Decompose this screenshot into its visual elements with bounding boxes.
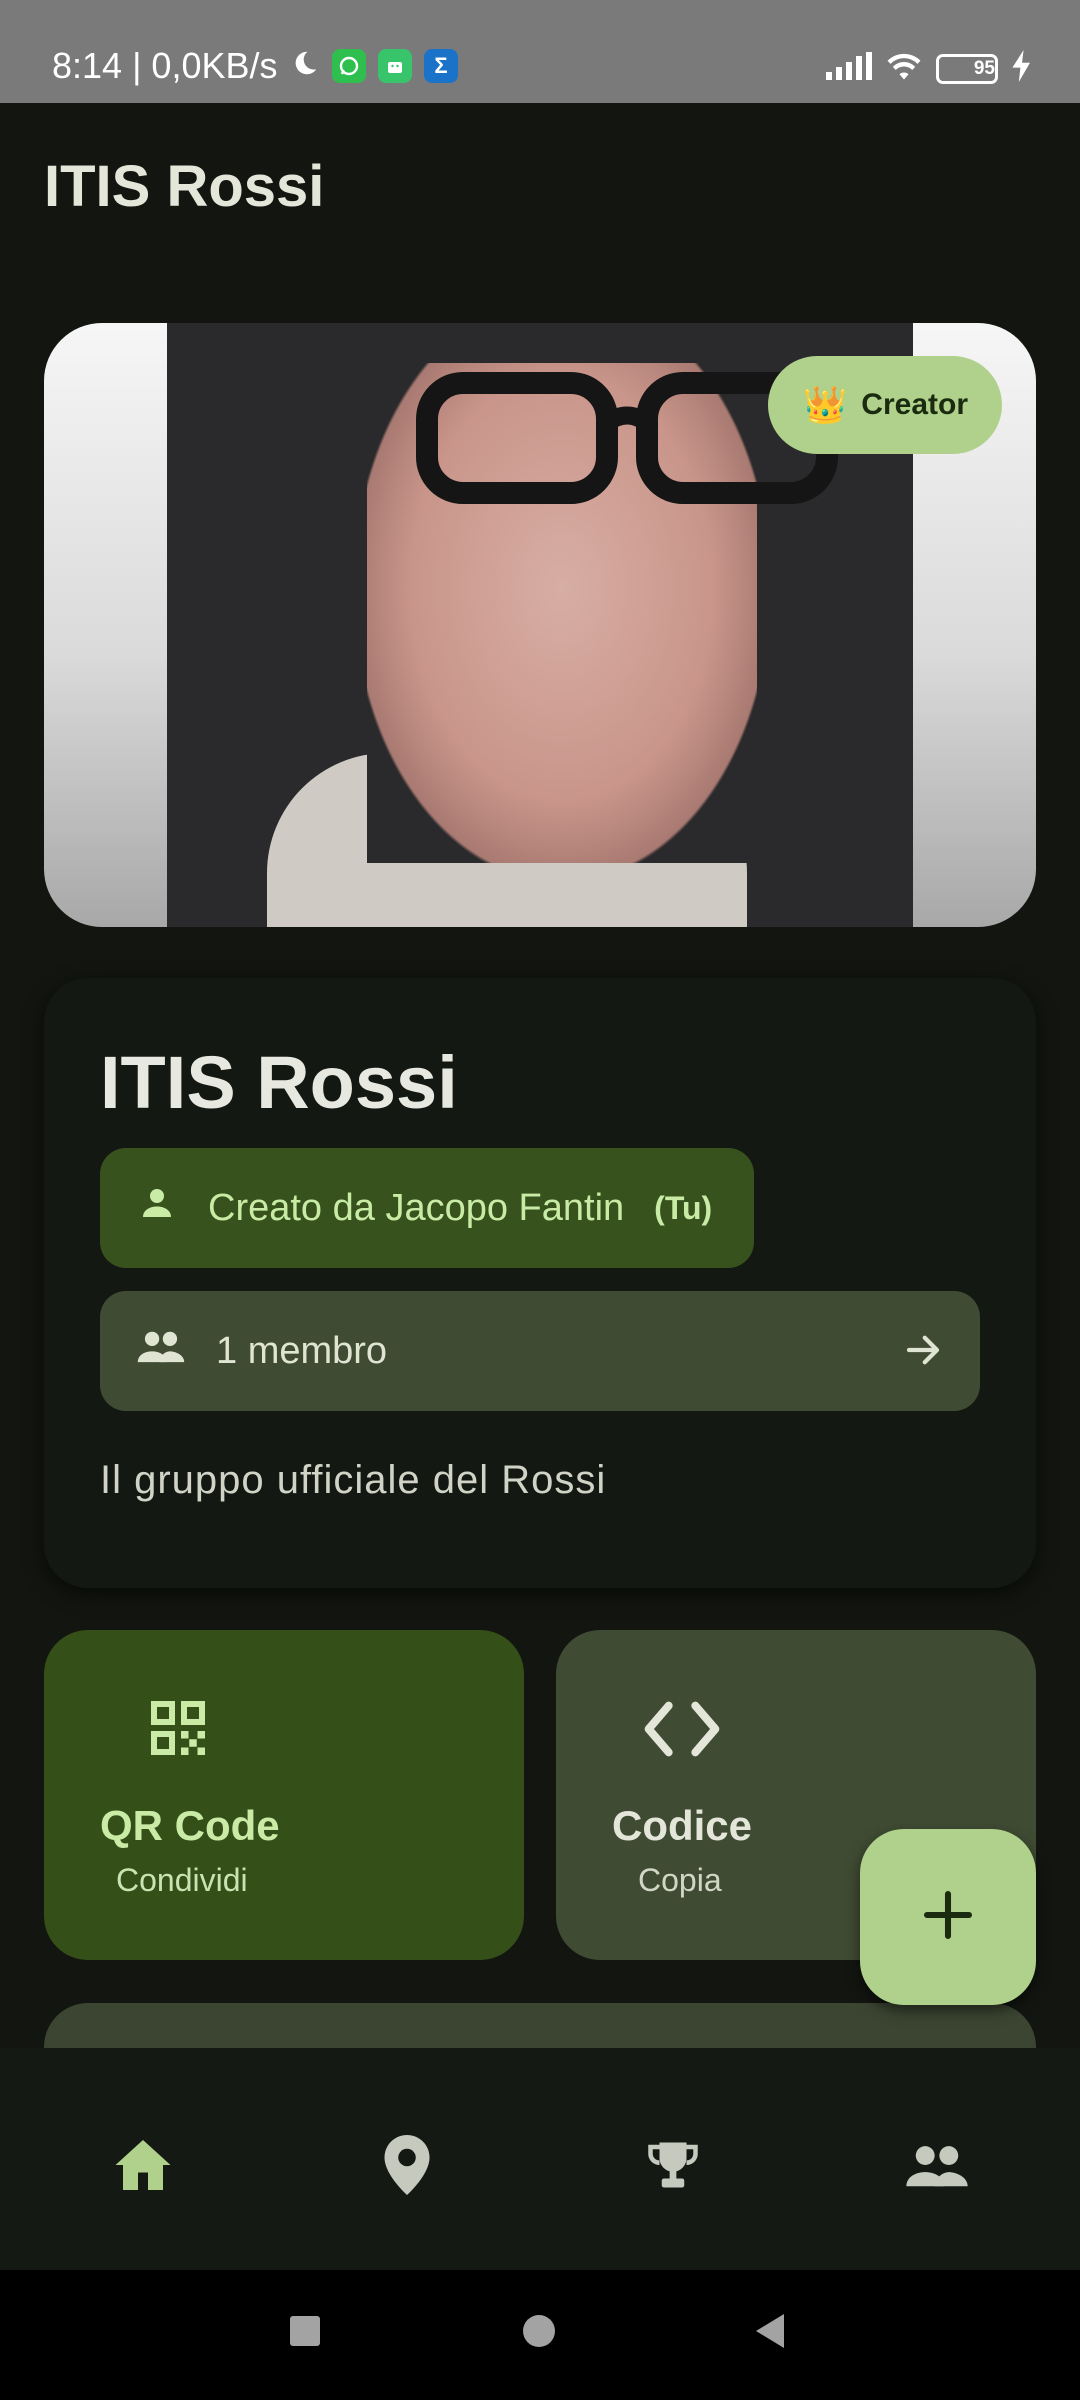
creator-you-suffix: (Tu)	[654, 1189, 713, 1226]
status-bar: 8:14 | 0,0KB/s Σ 95	[0, 0, 1080, 103]
group-info-card: ITIS Rossi Creato da Jacopo Fantin (Tu) …	[44, 978, 1036, 1588]
recents-button[interactable]	[290, 2316, 320, 2351]
home-button[interactable]	[522, 2314, 556, 2353]
moon-icon	[290, 48, 320, 83]
status-time: 8:14 | 0,0KB/s	[52, 45, 278, 86]
home-icon	[113, 2137, 173, 2198]
back-button[interactable]	[756, 2314, 786, 2353]
creator-label: Creato da Jacopo Fantin	[208, 1186, 625, 1229]
group-name: ITIS Rossi	[100, 1041, 458, 1124]
creator-badge-label: Creator	[861, 388, 968, 421]
status-system-icons: 95	[826, 50, 1032, 87]
creator-chip[interactable]: Creato da Jacopo Fantin (Tu)	[100, 1148, 754, 1268]
code-icon	[642, 1694, 722, 1769]
nav-map[interactable]	[372, 2132, 442, 2202]
crown-icon: 👑	[802, 384, 848, 425]
bottom-navigation	[0, 2048, 1080, 2270]
trophy-icon	[646, 2137, 700, 2198]
android-app-icon	[378, 48, 412, 83]
location-pin-icon	[384, 2134, 430, 2200]
qr-code-button[interactable]: QR Code Condividi	[44, 1630, 524, 1960]
sigma-icon: Σ	[424, 48, 458, 83]
charging-icon	[1012, 50, 1032, 87]
page-title: ITIS Rossi	[44, 154, 325, 219]
group-cover-image: 👑 Creator	[44, 323, 1036, 927]
creator-badge: 👑 Creator	[768, 356, 1002, 454]
group-icon	[904, 2140, 970, 2195]
code-title: Codice	[612, 1802, 753, 1849]
wifi-icon	[886, 51, 922, 86]
plus-icon	[920, 1887, 976, 1948]
code-subtitle: Copia	[638, 1862, 722, 1898]
group-description: Il gruppo ufficiale del Rossi	[100, 1458, 607, 1502]
battery-level: 95	[973, 57, 995, 79]
system-navigation-bar	[0, 2270, 1080, 2400]
qr-code-subtitle: Condividi	[116, 1862, 248, 1898]
signal-icon	[826, 52, 872, 85]
arrow-right-icon	[902, 1329, 944, 1381]
qr-code-icon	[142, 1692, 214, 1769]
group-icon	[136, 1325, 186, 1377]
members-chip[interactable]: 1 membro	[100, 1291, 980, 1411]
person-icon	[136, 1182, 178, 1234]
members-count: 1 membro	[216, 1329, 388, 1372]
nav-home[interactable]	[108, 2132, 178, 2202]
nav-groups[interactable]	[902, 2132, 972, 2202]
battery-icon: 95	[936, 53, 998, 84]
whatsapp-icon	[332, 48, 366, 83]
status-notification-icons: Σ	[290, 48, 458, 83]
qr-code-title: QR Code	[100, 1802, 280, 1849]
add-fab-button[interactable]	[860, 1829, 1036, 2005]
nav-leaderboard[interactable]	[638, 2132, 708, 2202]
